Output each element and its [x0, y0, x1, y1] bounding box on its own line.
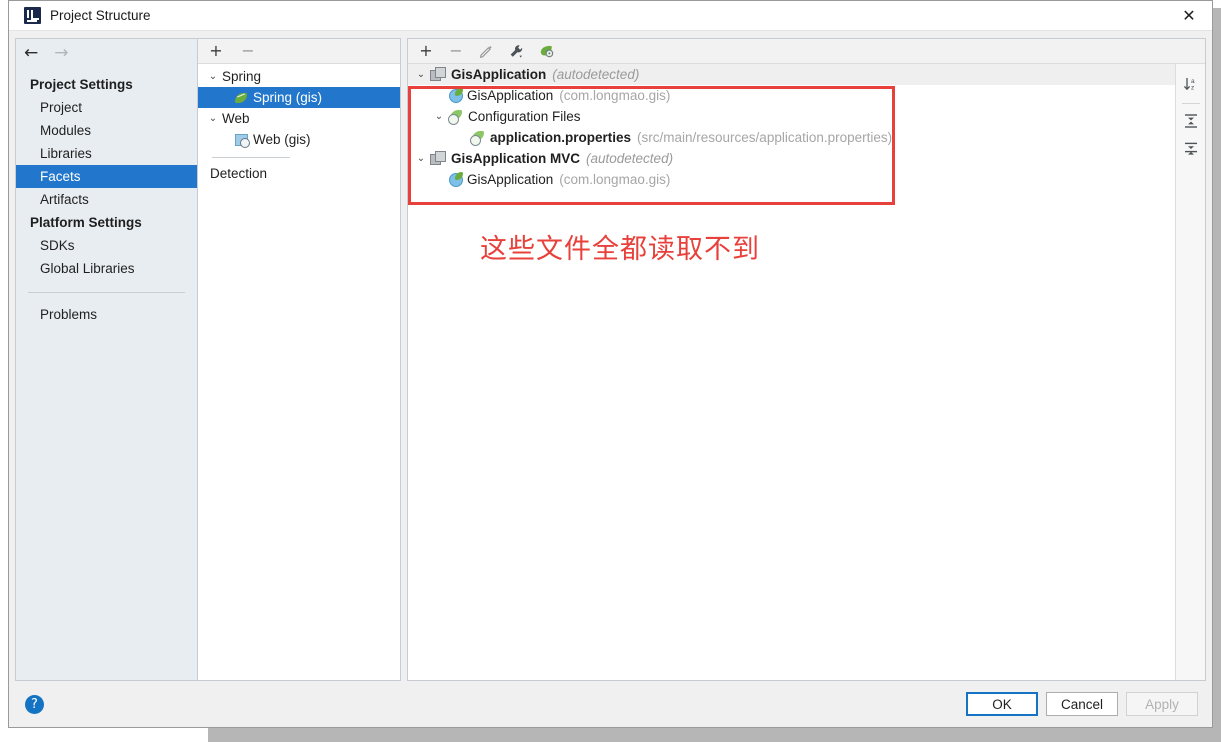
- facet-detail-panel: + − ⌄ GisApplication (autodetected) GisA…: [407, 38, 1206, 681]
- context-name: GisApplication: [451, 67, 547, 82]
- facets-list-panel: + − ⌄ Spring Spring (gis) ⌄ Web Web (gis…: [197, 38, 401, 681]
- chevron-down-icon[interactable]: ⌄: [412, 153, 430, 164]
- spring-leaf-icon[interactable]: [538, 43, 554, 59]
- edit-pencil-icon[interactable]: [478, 43, 494, 59]
- facet-detail-main: ⌄ GisApplication (autodetected) GisAppli…: [408, 64, 1205, 680]
- tree-row[interactable]: ⌄ GisApplication (autodetected): [408, 64, 1175, 85]
- tree-row[interactable]: ⌄ Spring: [198, 66, 400, 87]
- settings-sidebar: ← → Project Settings Project Modules Lib…: [15, 38, 197, 681]
- plus-icon[interactable]: +: [208, 43, 224, 59]
- window-bottom-shadow: [208, 728, 1221, 742]
- context-meta: (autodetected): [552, 67, 640, 82]
- expand-all-icon[interactable]: [1179, 109, 1203, 133]
- sidebar-item-sdks[interactable]: SDKs: [16, 234, 197, 257]
- sidebar-item-problems[interactable]: Problems: [16, 303, 197, 326]
- spring-bean-icon: [448, 172, 463, 187]
- bean-package: (com.longmao.gis): [559, 172, 671, 187]
- facet-module-icon: [430, 151, 446, 166]
- sidebar-item-global-libraries[interactable]: Global Libraries: [16, 257, 197, 280]
- project-structure-dialog: Project Structure ✕ ← → Project Settings…: [8, 0, 1213, 728]
- minus-icon[interactable]: −: [448, 43, 464, 59]
- intellij-idea-logo-icon: [24, 7, 41, 24]
- chevron-down-icon[interactable]: ⌄: [204, 113, 222, 124]
- window-left-margin: [0, 0, 8, 728]
- tree-row[interactable]: Web (gis): [198, 129, 400, 150]
- sort-alphabetically-icon[interactable]: a z: [1179, 72, 1203, 96]
- dialog-buttons: OK Cancel Apply: [965, 692, 1198, 716]
- tree-row[interactable]: Spring (gis): [198, 87, 400, 108]
- annotation-text: 这些文件全都读取不到: [480, 234, 760, 265]
- chevron-down-icon[interactable]: ⌄: [412, 69, 430, 80]
- apply-button[interactable]: Apply: [1126, 692, 1198, 716]
- facet-label: Web (gis): [253, 132, 311, 147]
- cancel-button[interactable]: Cancel: [1045, 692, 1118, 716]
- context-name: GisApplication MVC: [451, 151, 581, 166]
- sidebar-nav-arrows: ← →: [16, 39, 197, 67]
- side-toolbar-divider: [1181, 103, 1200, 104]
- facets-tree: ⌄ Spring Spring (gis) ⌄ Web Web (gis) De…: [198, 64, 400, 183]
- sidebar-item-modules[interactable]: Modules: [16, 119, 197, 142]
- facets-toolbar: + −: [198, 39, 400, 64]
- arrow-left-icon[interactable]: ←: [24, 44, 38, 62]
- sidebar-group-platform-settings: Platform Settings: [30, 215, 142, 230]
- sidebar-divider: [28, 292, 185, 293]
- spring-bean-icon: [448, 88, 463, 103]
- sidebar-group-project-settings: Project Settings: [30, 77, 133, 92]
- spring-leaf-icon: [234, 91, 249, 105]
- screen: Project Structure ✕ ← → Project Settings…: [0, 0, 1221, 742]
- config-files-label: Configuration Files: [468, 109, 581, 124]
- sidebar-item-facets[interactable]: Facets: [16, 165, 197, 188]
- tree-row[interactable]: GisApplication (com.longmao.gis): [408, 169, 1175, 190]
- facet-label: Spring (gis): [253, 90, 323, 105]
- title-bar: Project Structure ✕: [9, 1, 1212, 31]
- config-files-icon: [448, 109, 464, 125]
- sidebar-item-artifacts[interactable]: Artifacts: [16, 188, 197, 211]
- properties-file-name: application.properties: [490, 130, 632, 145]
- sidebar-nav-list: Project Settings Project Modules Librari…: [16, 67, 197, 326]
- tree-row[interactable]: ⌄ Web: [198, 108, 400, 129]
- tree-side-toolbar: a z: [1175, 64, 1205, 680]
- chevron-down-icon[interactable]: ⌄: [430, 111, 448, 122]
- tree-row[interactable]: ⌄ Configuration Files: [408, 106, 1175, 127]
- properties-file-path: (src/main/resources/application.properti…: [637, 130, 893, 145]
- collapse-all-icon[interactable]: [1179, 137, 1203, 161]
- bean-name: GisApplication: [467, 172, 554, 187]
- window-right-shadow: [1213, 8, 1221, 742]
- spring-contexts-tree: ⌄ GisApplication (autodetected) GisAppli…: [408, 64, 1175, 680]
- facet-detail-toolbar: + −: [408, 39, 1205, 64]
- ok-button[interactable]: OK: [965, 692, 1038, 716]
- plus-icon[interactable]: +: [418, 43, 434, 59]
- minus-icon[interactable]: −: [240, 43, 256, 59]
- facet-module-icon: [430, 67, 446, 82]
- close-icon[interactable]: ✕: [1166, 1, 1212, 30]
- tree-row[interactable]: GisApplication (com.longmao.gis): [408, 85, 1175, 106]
- tree-row[interactable]: application.properties (src/main/resourc…: [408, 127, 1175, 148]
- facet-group-label: Web: [222, 111, 250, 126]
- wrench-icon[interactable]: [508, 43, 524, 59]
- sidebar-item-project[interactable]: Project: [16, 96, 197, 119]
- bean-name: GisApplication: [467, 88, 554, 103]
- properties-file-icon: [470, 130, 486, 146]
- facet-group-label: Spring: [222, 69, 262, 84]
- page-title: Project Structure: [50, 8, 151, 23]
- bean-package: (com.longmao.gis): [559, 88, 671, 103]
- chevron-down-icon[interactable]: ⌄: [204, 71, 222, 82]
- tree-row[interactable]: ⌄ GisApplication MVC (autodetected): [408, 148, 1175, 169]
- context-meta: (autodetected): [586, 151, 674, 166]
- detection-item[interactable]: Detection: [198, 163, 400, 183]
- dialog-footer: ? OK Cancel Apply: [9, 681, 1212, 727]
- svg-text:z: z: [1191, 85, 1194, 92]
- facets-divider: [212, 157, 290, 158]
- sidebar-item-libraries[interactable]: Libraries: [16, 142, 197, 165]
- dialog-body: ← → Project Settings Project Modules Lib…: [9, 31, 1212, 681]
- arrow-right-icon[interactable]: →: [54, 44, 68, 62]
- help-question-icon[interactable]: ?: [25, 694, 44, 714]
- web-facet-icon: [234, 133, 250, 148]
